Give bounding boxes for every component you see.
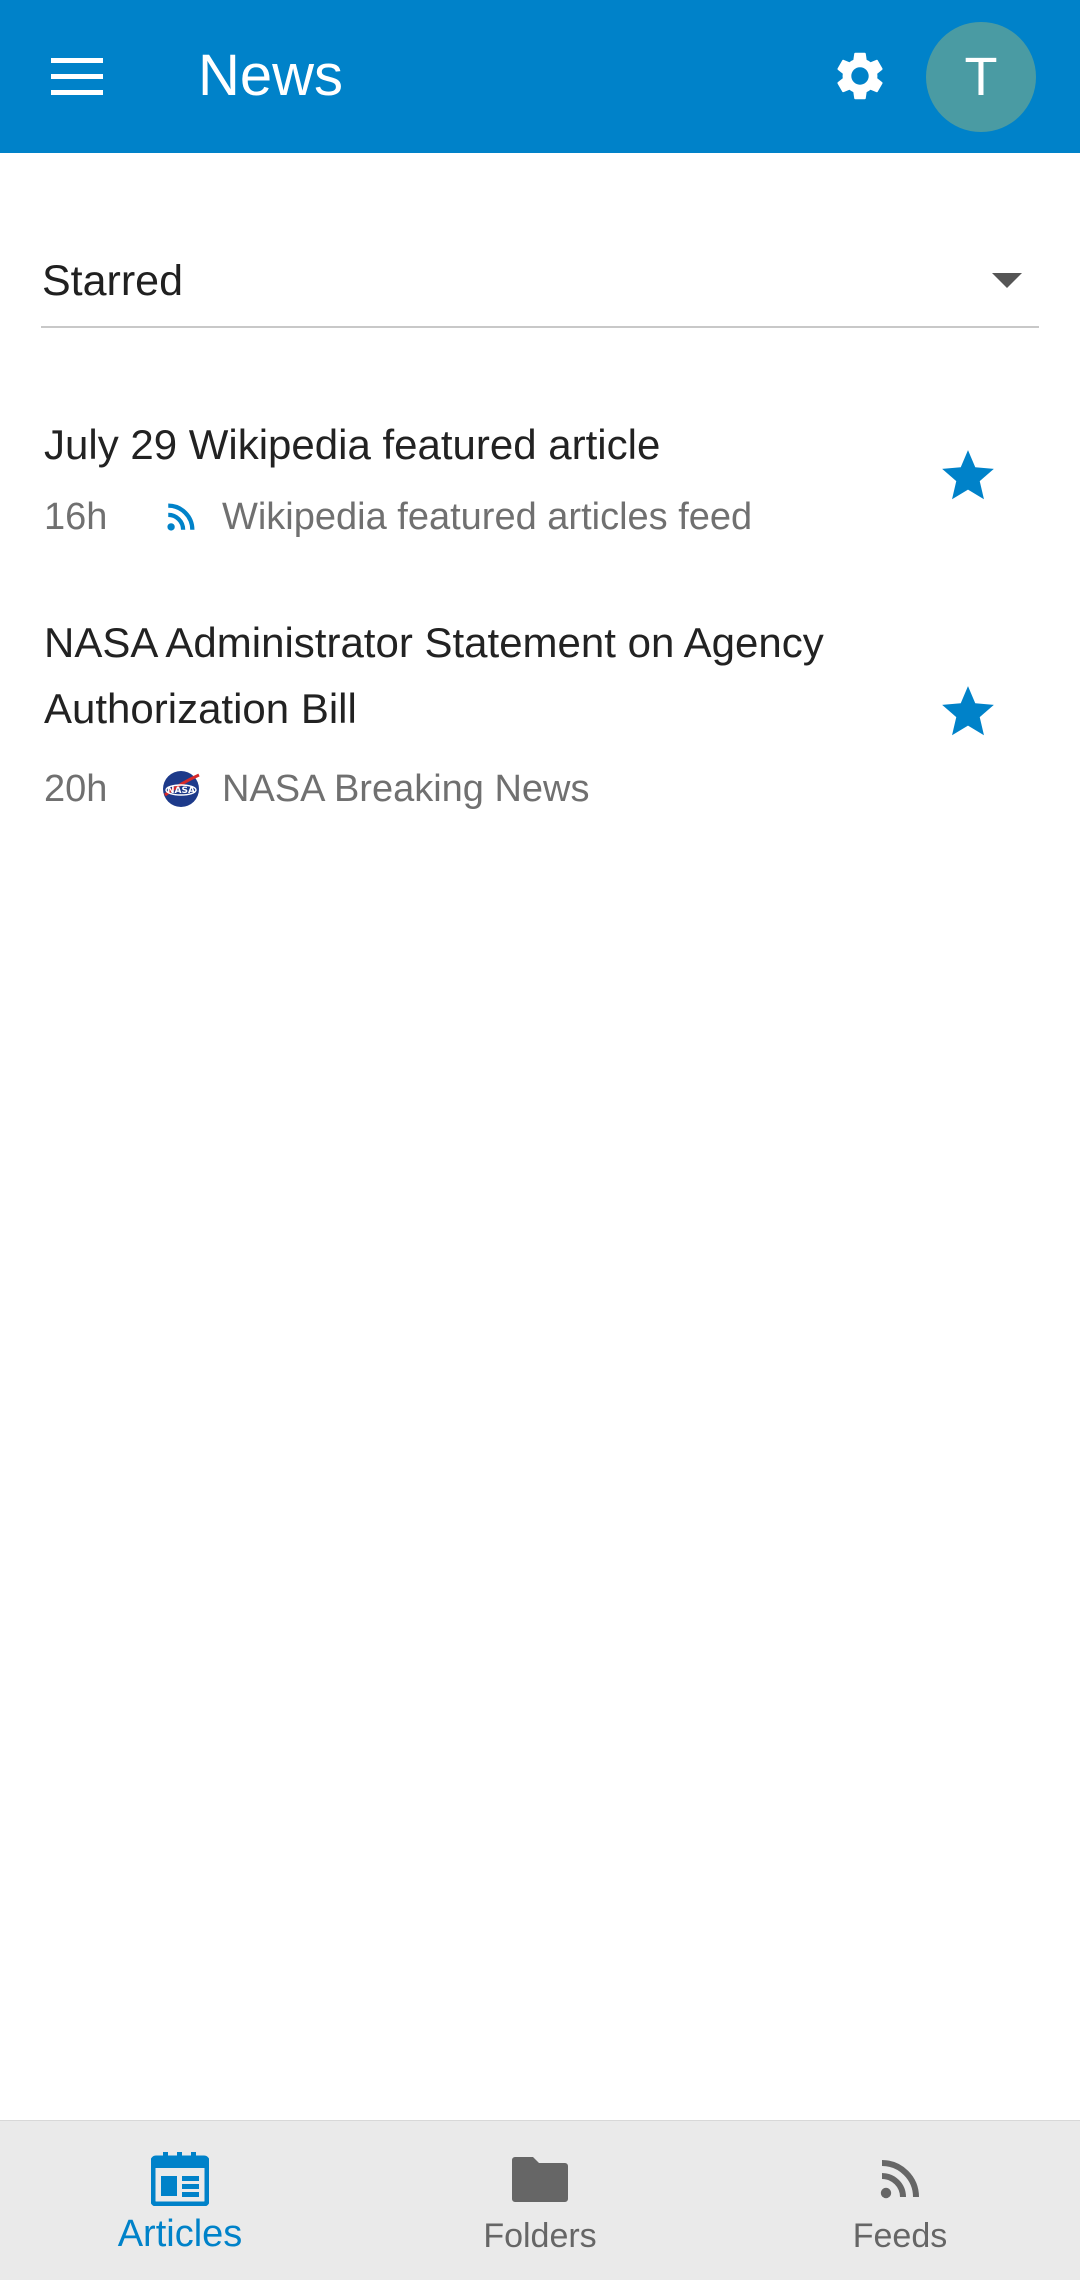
article-meta: 20h NASA NASA Breaking News	[44, 764, 904, 814]
nav-label: Feeds	[852, 2217, 948, 2255]
article-title: July 29 Wikipedia featured article	[44, 421, 661, 468]
article-age: 20h	[44, 767, 108, 810]
settings-button[interactable]	[820, 36, 900, 116]
article-feed-name: Wikipedia featured articles feed	[222, 495, 753, 538]
app-title: News	[198, 43, 344, 108]
folder-icon	[360, 2147, 720, 2211]
articles-icon	[0, 2147, 360, 2211]
menu-icon	[51, 57, 103, 95]
nav-feeds[interactable]: Feeds	[720, 2121, 1080, 2280]
app-bar: News T	[0, 0, 1080, 153]
rss-icon	[156, 492, 206, 542]
caret-down-icon	[992, 273, 1022, 288]
app-root: News T Starred July 29 Wikipedia feature…	[0, 0, 1080, 2280]
user-avatar[interactable]: T	[926, 22, 1036, 132]
star-icon	[942, 686, 994, 736]
article-feed-name: NASA Breaking News	[222, 767, 590, 810]
nasa-logo-icon: NASA	[156, 764, 206, 814]
article-title: NASA Administrator Statement on Agency A…	[44, 619, 824, 732]
article-item[interactable]: July 29 Wikipedia featured article 16h W…	[0, 400, 1080, 550]
nav-label: Folders	[483, 2217, 597, 2255]
nav-label: Articles	[117, 2213, 243, 2255]
nav-folders[interactable]: Folders	[360, 2121, 720, 2280]
star-button[interactable]	[932, 440, 1004, 512]
article-meta: 16h Wikipedia featured articles feed	[44, 492, 904, 542]
gear-icon	[837, 52, 883, 100]
svg-text:NASA: NASA	[167, 786, 195, 796]
rss-icon	[720, 2147, 1080, 2211]
article-item[interactable]: NASA Administrator Statement on Agency A…	[0, 610, 1080, 820]
filter-dropdown[interactable]: Starred	[41, 230, 1039, 328]
menu-button[interactable]	[34, 40, 120, 113]
bottom-navigation: Articles Folders Feeds	[0, 2120, 1080, 2280]
star-icon	[942, 450, 994, 500]
nav-articles[interactable]: Articles	[0, 2121, 360, 2280]
article-age: 16h	[44, 495, 108, 538]
filter-selected-value: Starred	[42, 257, 184, 305]
star-button[interactable]	[932, 676, 1004, 748]
